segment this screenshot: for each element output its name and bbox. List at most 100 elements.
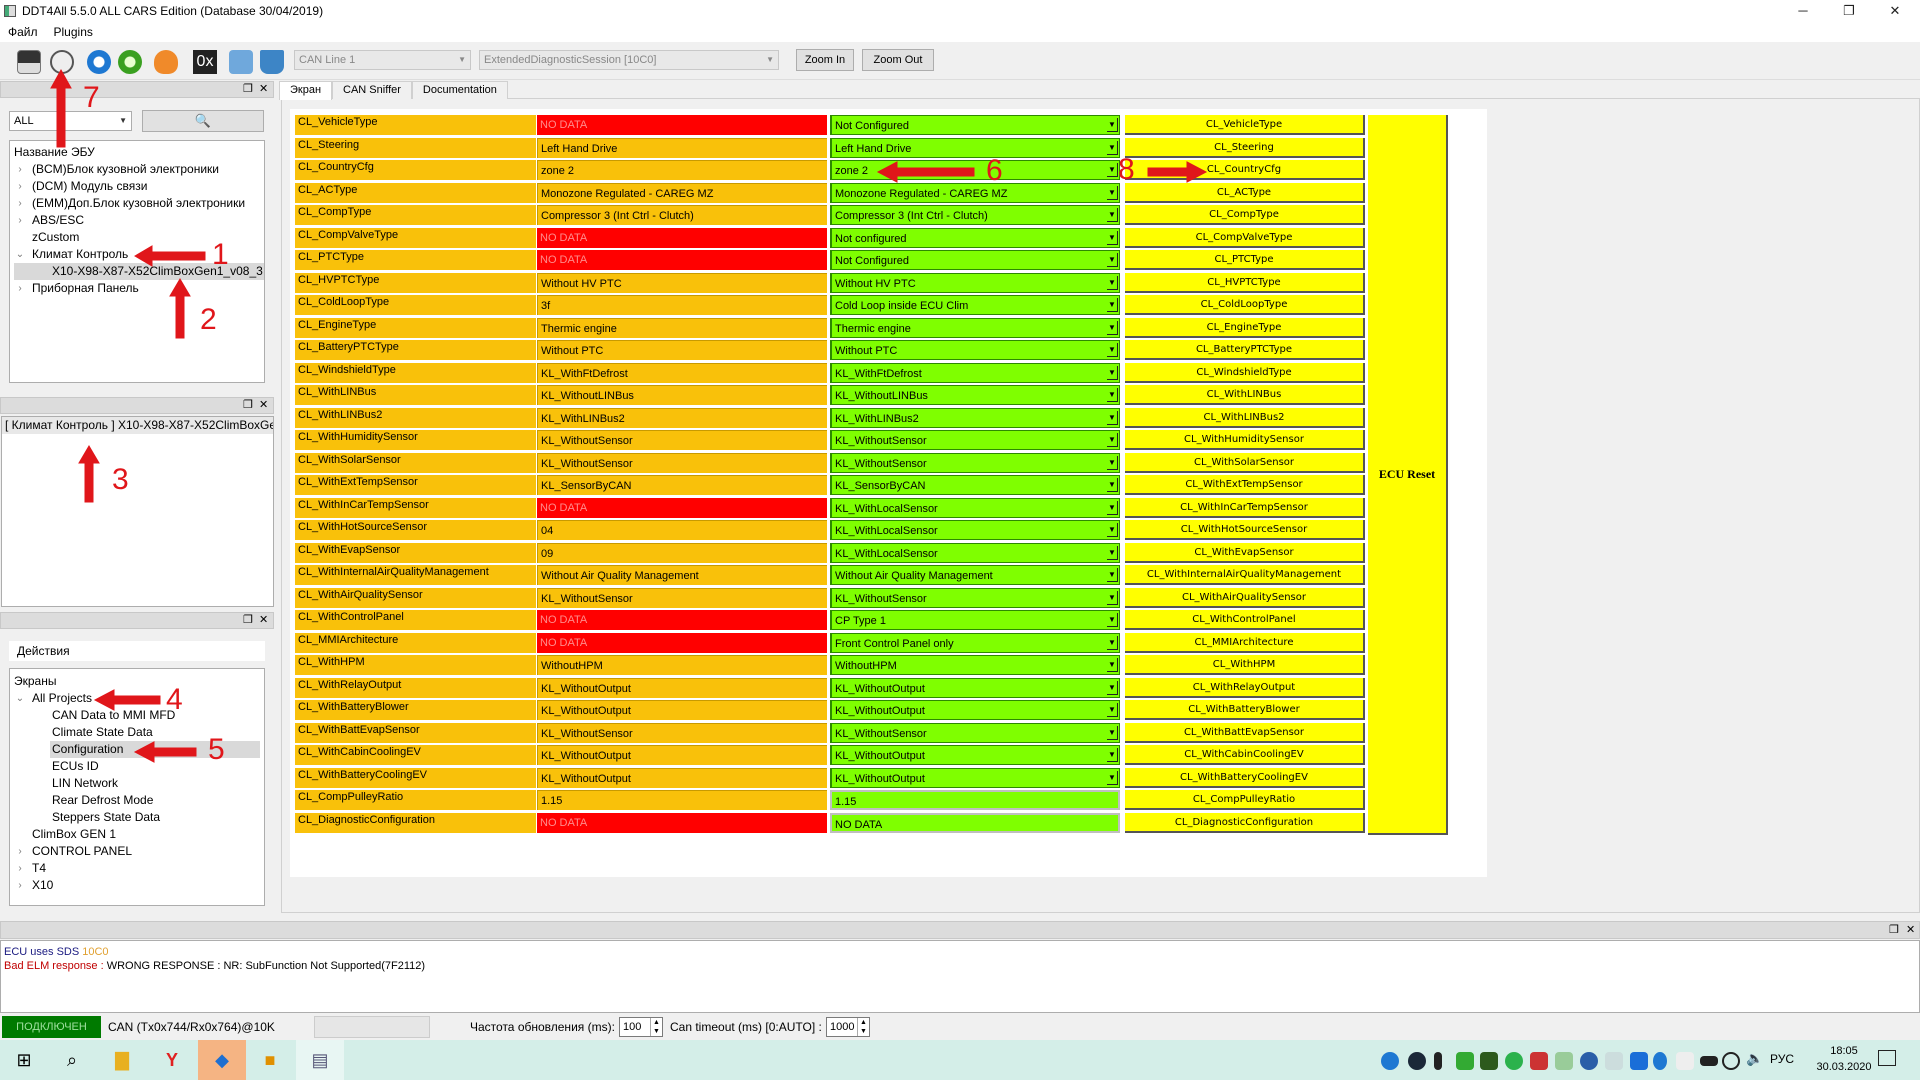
screen-tree-item[interactable]: LIN Network <box>14 775 264 792</box>
param-setting-select[interactable]: zone 2 ▼ <box>830 160 1120 180</box>
param-setting-select[interactable]: Compressor 3 (Int Ctrl - Clutch) ▼ <box>830 205 1120 225</box>
settings-hand-icon[interactable] <box>229 50 253 74</box>
ecu-tree-item[interactable]: › (EMM)Доп.Блок кузовной электроники <box>14 195 264 212</box>
ecu-reset-button[interactable]: ECU Reset <box>1368 115 1448 835</box>
language-indicator[interactable]: РУС <box>1770 1052 1794 1066</box>
ecu-tree-item[interactable]: › (BCM)Блок кузовной электроники <box>14 161 264 178</box>
search-icon[interactable]: ⌕ <box>48 1040 96 1080</box>
bloody-mouse-icon[interactable] <box>1530 1052 1548 1070</box>
write-param-button[interactable]: CL_PTCType <box>1125 250 1365 270</box>
notification-filter-icon[interactable] <box>1676 1052 1694 1070</box>
screen-tree-item[interactable]: › T4 <box>14 860 264 877</box>
snowflake-icon[interactable] <box>1630 1052 1648 1070</box>
screen-tree-item[interactable]: Configuration <box>14 741 264 758</box>
write-param-button[interactable]: CL_WithLINBus2 <box>1125 408 1365 428</box>
chevron-right-icon[interactable]: › <box>14 843 26 860</box>
param-setting-select[interactable]: Without PTC ▼ <box>830 340 1120 360</box>
volume-icon[interactable]: 🔈 <box>1746 1050 1763 1067</box>
screen-tree-item[interactable]: CAN Data to MMI MFD <box>14 707 264 724</box>
check-icon[interactable] <box>1555 1052 1573 1070</box>
param-setting-select[interactable]: KL_WithoutOutput ▼ <box>830 745 1120 765</box>
screen-tree-item[interactable]: Rear Defrost Mode <box>14 792 264 809</box>
chevron-down-icon[interactable]: ▼ <box>1107 366 1118 380</box>
write-param-button[interactable]: CL_HVPTCType <box>1125 273 1365 293</box>
refresh-rate-spinbox[interactable]: 100 ▲ ▼ <box>619 1017 663 1037</box>
param-setting-select[interactable]: Monozone Regulated - CAREG MZ ▼ <box>830 183 1120 203</box>
chevron-down-icon[interactable]: ▼ <box>1107 658 1118 672</box>
chevron-down-icon[interactable]: ▼ <box>1107 118 1118 132</box>
param-setting-select[interactable]: WithoutHPM ▼ <box>830 655 1120 675</box>
write-param-button[interactable]: CL_Steering <box>1125 138 1365 158</box>
chevron-right-icon[interactable]: › <box>14 860 26 877</box>
valve-icon[interactable] <box>260 50 284 74</box>
param-setting-select[interactable]: KL_WithLocalSensor ▼ <box>830 543 1120 563</box>
write-param-button[interactable]: CL_WithExtTempSensor <box>1125 475 1365 495</box>
menu-file[interactable]: Файл <box>0 25 46 39</box>
clock[interactable]: 18:05 30.03.2020 <box>1814 1043 1874 1075</box>
ecu-tree-item[interactable]: › ABS/ESC <box>14 212 264 229</box>
param-setting-select[interactable]: Front Control Panel only ▼ <box>830 633 1120 653</box>
param-setting-select[interactable]: KL_WithoutSensor ▼ <box>830 453 1120 473</box>
param-setting-select[interactable]: KL_WithLocalSensor ▼ <box>830 520 1120 540</box>
write-param-button[interactable]: CL_ColdLoopType <box>1125 295 1365 315</box>
float-icon[interactable]: ❐ <box>243 613 253 628</box>
zoom-out-button[interactable]: Zoom Out <box>862 49 934 71</box>
chevron-down-icon[interactable]: ▼ <box>1107 298 1118 312</box>
write-param-button[interactable]: CL_ACType <box>1125 183 1365 203</box>
close-button[interactable]: ✕ <box>1872 0 1918 22</box>
param-setting-select[interactable]: KL_WithLINBus2 ▼ <box>830 408 1120 428</box>
chevron-down-icon[interactable]: ▼ <box>1107 478 1118 492</box>
write-param-button[interactable]: CL_WithCabinCoolingEV <box>1125 745 1365 765</box>
connect-monitor-icon[interactable] <box>17 50 41 74</box>
screen-tree-item[interactable]: › X10 <box>14 877 264 894</box>
chevron-down-icon[interactable]: ▼ <box>1107 636 1118 650</box>
chevron-down-icon[interactable]: ▼ <box>1107 343 1118 357</box>
session-select[interactable]: ExtendedDiagnosticSession [10C0] ▼ <box>479 50 779 70</box>
nvidia-icon[interactable] <box>1480 1052 1498 1070</box>
cloud-icon[interactable] <box>1605 1052 1623 1070</box>
write-param-button[interactable]: CL_EngineType <box>1125 318 1365 338</box>
chevron-right-icon[interactable]: › <box>14 877 26 894</box>
param-setting-select[interactable]: Not Configured ▼ <box>830 115 1120 135</box>
param-setting-select[interactable]: Without Air Quality Management ▼ <box>830 565 1120 585</box>
microphone-icon[interactable] <box>1434 1052 1442 1070</box>
float-icon[interactable]: ❐ <box>243 82 253 97</box>
param-setting-select[interactable]: KL_WithoutSensor ▼ <box>830 588 1120 608</box>
can-timeout-spinbox[interactable]: 1000 ▲ ▼ <box>826 1017 870 1037</box>
param-setting-input[interactable]: NO DATA <box>830 813 1120 833</box>
minimize-button[interactable]: ─ <box>1780 0 1826 22</box>
tab-documentation[interactable]: Documentation <box>411 81 508 99</box>
steam-icon[interactable] <box>1408 1052 1426 1070</box>
chevron-down-icon[interactable]: ▼ <box>1107 591 1118 605</box>
write-param-button[interactable]: CL_WithInternalAirQualityManagement <box>1125 565 1365 585</box>
network-tool-icon[interactable] <box>1580 1052 1598 1070</box>
hex-icon[interactable]: 0x <box>193 50 217 74</box>
ecu-tree-item[interactable]: › Приборная Панель <box>14 280 264 297</box>
heart-monitor-icon[interactable] <box>154 50 178 74</box>
write-param-button[interactable]: CL_WithHPM <box>1125 655 1365 675</box>
param-setting-select[interactable]: Left Hand Drive ▼ <box>830 138 1120 158</box>
chevron-right-icon[interactable]: › <box>14 212 26 229</box>
chevron-right-icon[interactable]: › <box>14 280 26 297</box>
chevron-down-icon[interactable]: ⌄ <box>14 246 26 263</box>
chevron-right-icon[interactable]: › <box>14 195 26 212</box>
write-param-button[interactable]: CL_WithBatteryCoolingEV <box>1125 768 1365 788</box>
chevron-down-icon[interactable]: ▼ <box>1107 568 1118 582</box>
chevron-down-icon[interactable]: ⌄ <box>14 690 26 707</box>
chevron-down-icon[interactable]: ▼ <box>1107 456 1118 470</box>
float-icon[interactable]: ❐ <box>1889 923 1899 936</box>
chevron-down-icon[interactable]: ▼ <box>1107 321 1118 335</box>
param-setting-select[interactable]: Not Configured ▼ <box>830 250 1120 270</box>
param-setting-select[interactable]: Thermic engine ▼ <box>830 318 1120 338</box>
write-param-button[interactable]: CL_WithRelayOutput <box>1125 678 1365 698</box>
tab-screen[interactable]: Экран <box>279 81 333 100</box>
maximize-button[interactable]: ❐ <box>1826 0 1872 22</box>
file-explorer-icon[interactable]: ▇ <box>98 1040 146 1080</box>
chevron-down-icon[interactable]: ▼ <box>1107 253 1118 267</box>
ecu-search-button[interactable]: 🔍 <box>142 110 264 132</box>
write-param-button[interactable]: CL_VehicleType <box>1125 115 1365 135</box>
write-param-button[interactable]: CL_WithBattEvapSensor <box>1125 723 1365 743</box>
param-setting-select[interactable]: KL_WithLocalSensor ▼ <box>830 498 1120 518</box>
chevron-down-icon[interactable]: ▼ <box>1107 501 1118 515</box>
can-line-select[interactable]: CAN Line 1 ▼ <box>294 50 471 70</box>
